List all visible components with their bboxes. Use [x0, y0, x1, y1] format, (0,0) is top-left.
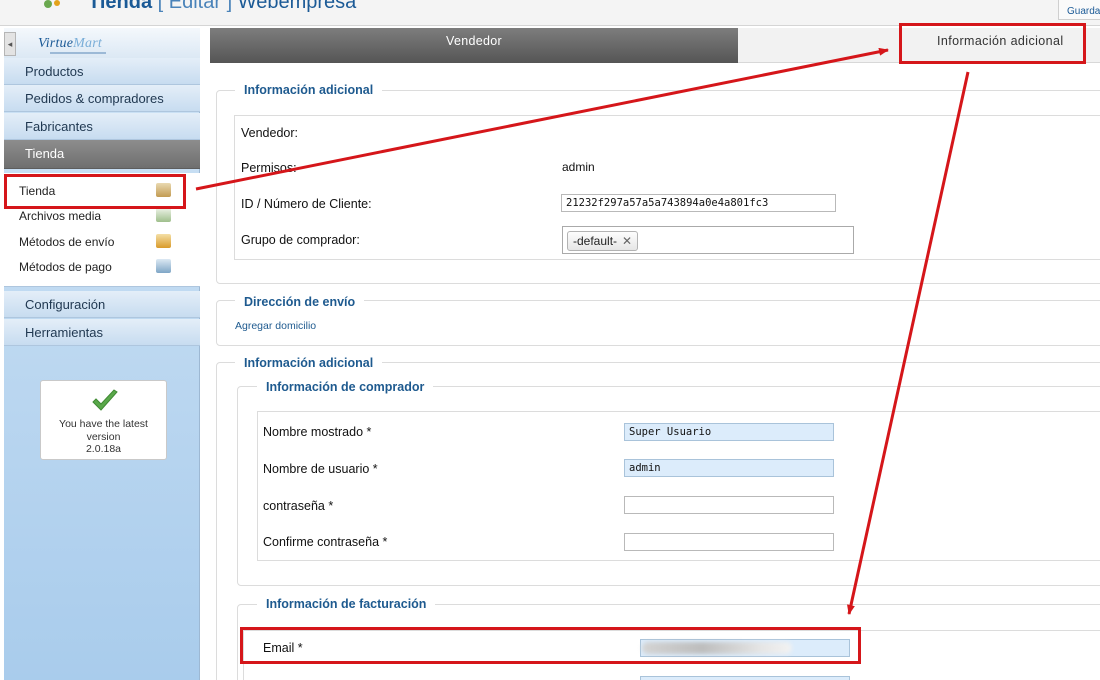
version-text: You have the latest version 2.0.18a [41, 418, 166, 456]
section-legend-direccion-envio: Dirección de envío [235, 295, 365, 309]
shopper-group-select[interactable]: -default- ✕ [562, 226, 854, 254]
billing-info-legend: Información de facturación [257, 597, 436, 611]
label-nombre-usuario: Nombre de usuario * [263, 462, 378, 476]
payment-icon [156, 259, 171, 273]
sidebar-item-pedidos[interactable]: Pedidos & compradores [4, 85, 200, 112]
submenu-item-metodos-envio[interactable]: Métodos de envío [4, 230, 200, 254]
page-title: Tienda [ Editar ] Webempresa [88, 0, 356, 14]
username-input[interactable]: admin [624, 459, 834, 477]
add-address-link[interactable]: Agregar domicilio [235, 320, 316, 332]
submenu-item-metodos-pago[interactable]: Métodos de pago [4, 255, 200, 279]
submenu-item-label: Métodos de envío [19, 235, 115, 249]
label-permisos: Permisos: [241, 161, 297, 175]
version-line-1: You have the latest [59, 418, 148, 430]
label-id-cliente: ID / Número de Cliente: [241, 197, 372, 211]
version-line-3: 2.0.18a [85, 443, 122, 455]
display-name-input[interactable]: Super Usuario [624, 423, 834, 441]
logo-text-b: Mart [73, 36, 102, 51]
section-legend-informacion-adicional-2: Información adicional [235, 356, 383, 370]
customer-id-input[interactable]: 21232f297a57a5a743894a0e4a801fc3 [561, 194, 836, 212]
page-title-edit: [ Editar ] [157, 0, 233, 13]
sidebar-item-configuracion[interactable]: Configuración [4, 291, 200, 318]
shopper-group-chip: -default- ✕ [567, 231, 639, 251]
logo-underline [50, 52, 106, 54]
remove-chip-icon[interactable]: ✕ [622, 234, 632, 248]
tab-vendedor[interactable]: Vendedor [210, 28, 738, 63]
save-button-label: Guardar [1067, 6, 1100, 17]
truck-icon [156, 234, 171, 248]
sidebar-item-herramientas[interactable]: Herramientas [4, 319, 200, 346]
virtuemart-logo: VirtueMart [38, 36, 102, 52]
label-vendedor: Vendedor: [241, 126, 298, 140]
annotation-box-tab [899, 23, 1086, 64]
collapse-sidebar-button[interactable]: ◂ [4, 32, 16, 56]
page-title-main: Tienda [88, 0, 153, 13]
save-button[interactable]: Guardar [1058, 0, 1100, 20]
page-title-site: Webempresa [237, 0, 357, 13]
submenu-item-label: Métodos de pago [19, 260, 112, 274]
label-nombre-mostrado: Nombre mostrado * [263, 425, 372, 439]
value-permisos: admin [562, 160, 595, 174]
password-input[interactable] [624, 496, 834, 514]
label-contrasena: contraseña * [263, 499, 334, 513]
sidebar: ◂ VirtueMart Productos Pedidos & comprad… [4, 28, 200, 680]
virtuemart-logo-icon [44, 0, 60, 8]
sidebar-item-tienda[interactable]: Tienda [4, 140, 200, 169]
sidebar-item-productos[interactable]: Productos [4, 58, 200, 85]
version-notice: You have the latest version 2.0.18a [40, 380, 167, 460]
shopper-group-chip-label: -default- [573, 234, 618, 248]
label-grupo-comprador: Grupo de comprador: [241, 233, 360, 247]
version-line-2: version [86, 430, 121, 443]
media-icon [156, 208, 171, 222]
annotation-box-email [240, 627, 861, 664]
confirm-password-input[interactable] [624, 533, 834, 551]
submenu-item-label: Archivos media [19, 209, 102, 223]
section-legend-informacion-adicional: Información adicional [235, 83, 383, 97]
main-content: Vendedor Información adicional Informaci… [210, 28, 1100, 680]
label-confirme-contrasena: Confirme contraseña * [263, 535, 388, 549]
sidebar-logo-row: ◂ VirtueMart [4, 28, 200, 60]
logo-text-a: Virtue [38, 36, 74, 51]
next-billing-input[interactable] [640, 676, 850, 680]
checkmark-icon [92, 389, 118, 411]
buyer-info-legend: Información de comprador [257, 380, 434, 394]
annotation-box-tienda [4, 174, 186, 209]
sidebar-item-fabricantes[interactable]: Fabricantes [4, 113, 200, 140]
